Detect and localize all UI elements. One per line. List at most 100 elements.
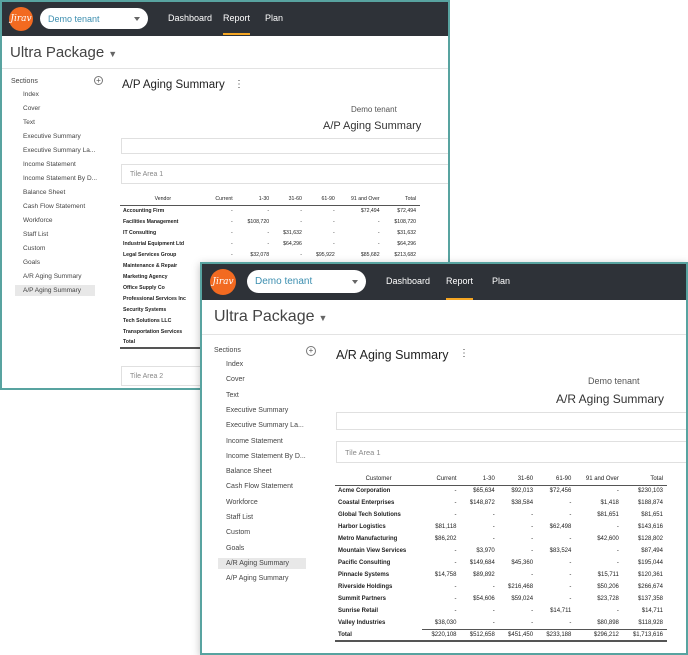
sidebar-item[interactable]: Index [15,89,95,100]
sidebar-item[interactable]: Balance Sheet [15,187,95,198]
row-name: Transportation Services [123,328,183,335]
sidebar-item[interactable]: Executive Summary La... [15,145,95,156]
sidebar-item[interactable]: Balance Sheet [218,466,306,477]
sidebar-item[interactable]: Executive Summary [218,405,306,416]
row-name: Mountain View Services [338,548,407,554]
table-cell: $148,872 [469,500,495,506]
table-row: Harbor Logistics $81,118 - - $62,498 - $143,61… [335,521,667,533]
tile-area-1[interactable]: Tile Area 1 [336,441,686,463]
sidebar-item[interactable]: Income Statement By D... [15,173,97,184]
sidebar-item[interactable]: A/P Aging Summary [15,285,95,296]
row-name: Office Supply Co [123,284,165,291]
sidebar-item[interactable]: Workforce [15,215,95,226]
column-header: 31-60 [273,194,306,206]
jirav-logo[interactable]: Jirav [210,269,236,295]
table-cell: - [377,240,380,247]
table-cell: - [569,596,572,602]
tenant-label: Demo tenant [48,13,100,24]
table-cell: $216,468 [508,584,534,590]
total-cell: $1,713,616 [622,628,667,641]
sidebar-item[interactable]: Custom [15,243,95,254]
page-title[interactable]: Ultra Package ▼ [10,44,117,61]
table-cell: - [454,584,457,590]
row-name: Accounting Firm [123,207,165,214]
sidebar-item[interactable]: Index [218,359,306,370]
column-header: 31-60 [498,473,538,486]
sidebar-item[interactable]: Cover [15,103,95,114]
table-cell: - [454,608,457,614]
table-cell: $108,720 [394,218,416,225]
row-name: Global Tech Solutions [338,512,401,518]
table-cell: $1,418 [600,500,619,506]
page-title-text: Ultra Package [214,308,315,325]
top-bar: Jirav Demo tenant Dashboard Report Plan [2,2,448,36]
sidebar-item[interactable]: Executive Summary La... [218,420,306,431]
total-cell: $512,658 [460,628,499,641]
table-cell: - [531,548,534,554]
sidebar-item[interactable]: Executive Summary [15,131,95,142]
tenant-selector[interactable]: Demo tenant [40,8,148,29]
table-cell: - [267,207,270,214]
sidebar-item[interactable]: Staff List [15,229,95,240]
sidebar-item[interactable]: A/R Aging Summary [218,557,306,569]
sidebar-item[interactable]: Text [15,117,95,128]
sidebar-item[interactable]: A/P Aging Summary [218,573,306,584]
nav-plan[interactable]: Plan [492,276,510,286]
sidebar-item[interactable]: Income Statement [15,159,95,170]
nav-dashboard[interactable]: Dashboard [386,276,430,286]
top-bar: Jirav Demo tenant Dashboard Report Plan [202,264,686,300]
tile-area-1[interactable]: Tile Area 1 [121,164,448,184]
nav-report[interactable]: Report [223,13,251,35]
table-cell: $59,024 [511,596,534,602]
table-cell: - [531,619,534,626]
table-cell: $108,720 [247,218,270,225]
table-cell: - [377,229,380,236]
table-row: Pinnacle Systems $14,758 $89,892 - - $15,711 $… [335,569,667,581]
column-header: Customer [335,473,423,486]
text-area[interactable] [336,412,686,430]
sidebar-item[interactable]: Custom [218,527,306,538]
sidebar-item[interactable]: Income Statement [218,436,306,447]
sidebar-item[interactable]: Goals [218,543,306,554]
nav-dashboard[interactable]: Dashboard [168,13,212,23]
row-name: Metro Manufacturing [338,536,398,542]
page-title[interactable]: Ultra Package ▼ [214,308,327,326]
table-cell: - [333,207,335,214]
sidebar-item[interactable]: Cash Flow Statement [218,481,306,492]
table-cell: $83,524 [549,548,572,554]
table-cell: - [231,229,233,236]
tenant-selector[interactable]: Demo tenant [247,270,366,293]
table-cell: $38,584 [511,500,534,506]
report-subtitle: A/R Aging Summary [556,392,665,406]
table-cell: $32,078 [250,251,270,258]
table-cell: - [492,524,495,530]
table-cell: $143,616 [637,524,663,530]
column-header: 91 and Over [338,194,384,206]
add-section-icon[interactable]: + [306,346,316,356]
table-cell: $14,711 [641,608,663,614]
sidebar-item[interactable]: Workforce [218,497,306,508]
sidebar-item[interactable]: Goals [15,257,95,268]
table-cell: $80,898 [597,619,619,626]
sidebar-item[interactable]: Text [218,390,306,401]
sidebar-item[interactable]: A/R Aging Summary [15,271,95,282]
sidebar-item[interactable]: Cash Flow Statement [15,201,95,212]
chevron-down-icon [134,16,140,21]
jirav-logo[interactable]: Jirav [9,7,33,31]
table-cell: $213,682 [394,251,416,258]
sidebar-item[interactable]: Staff List [218,512,306,523]
table-cell: - [616,488,619,495]
kebab-icon[interactable]: ⋮ [459,348,469,359]
nav-report[interactable]: Report [446,276,474,300]
column-header: 61-90 [305,194,339,206]
table-cell: - [300,218,302,225]
table-cell: $3,970 [476,548,495,554]
table-row: Global Tech Solutions - - - - $81,651 $81,651 [335,509,667,521]
add-section-icon[interactable]: + [94,76,103,85]
kebab-icon[interactable]: ⋮ [234,79,244,90]
table-row: Metro Manufacturing $86,202 - - - $42,600 $128… [335,533,667,545]
sidebar-item[interactable]: Income Statement By D... [218,451,306,462]
nav-plan[interactable]: Plan [265,13,283,23]
text-area[interactable] [121,138,448,154]
sidebar-item[interactable]: Cover [218,374,306,385]
